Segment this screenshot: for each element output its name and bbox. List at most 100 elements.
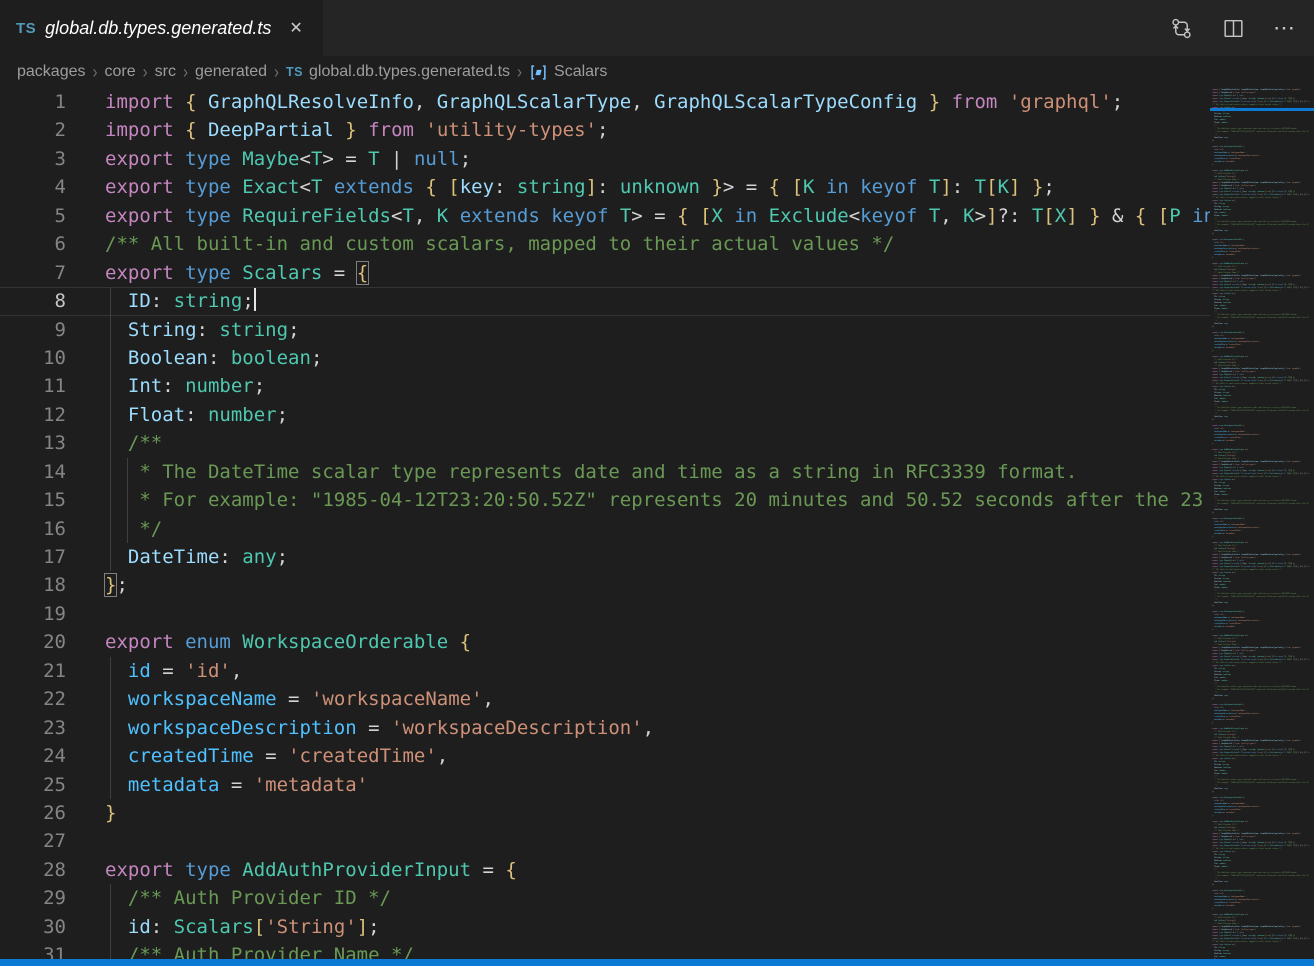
line-content: export enum WorkspaceOrderable { <box>105 628 1210 656</box>
code-line[interactable]: 24 createdTime = 'createdTime', <box>0 742 1210 770</box>
code-line[interactable]: 27 <box>0 827 1210 855</box>
code-line[interactable]: 31 /** Auth Provider Name */ <box>0 941 1210 959</box>
tab-global-db-types-generated-ts[interactable]: TS global.db.types.generated.ts ✕ <box>0 0 323 56</box>
code-line[interactable]: 16 */ <box>0 515 1210 543</box>
line-number[interactable]: 5 <box>0 202 66 230</box>
code-token: type <box>185 176 242 198</box>
line-number[interactable]: 11 <box>0 372 66 400</box>
code-line[interactable]: 4export type Exact<T extends { [key: str… <box>0 173 1210 201</box>
breadcrumb-item-packages[interactable]: packages <box>17 63 86 81</box>
close-tab-icon[interactable]: ✕ <box>285 16 306 40</box>
code-line[interactable]: 8 ID: string; <box>0 287 1210 315</box>
code-token: number <box>208 404 277 426</box>
code-token: : <box>151 916 174 938</box>
line-number[interactable]: 8 <box>0 287 66 315</box>
code-line[interactable]: 12 Float: number; <box>0 401 1210 429</box>
line-number[interactable]: 17 <box>0 543 66 571</box>
code-line[interactable]: 21 id = 'id', <box>0 657 1210 685</box>
code-line[interactable]: 9 String: string; <box>0 316 1210 344</box>
code-line[interactable]: 19 <box>0 600 1210 628</box>
code-token: Exact <box>242 176 299 198</box>
line-number[interactable]: 28 <box>0 856 66 884</box>
code-token: /** Auth Provider Name */ <box>105 944 414 959</box>
code-editor[interactable]: 1import { GraphQLResolveInfo, GraphQLSca… <box>0 88 1210 959</box>
code-line[interactable]: 20 export enum WorkspaceOrderable { <box>0 628 1210 656</box>
code-line[interactable]: 18}; <box>0 571 1210 599</box>
code-line[interactable]: 11 Int: number; <box>0 372 1210 400</box>
code-token: = <box>471 859 505 881</box>
line-number[interactable]: 16 <box>0 515 66 543</box>
code-line[interactable]: 29 /** Auth Provider ID */ <box>0 884 1210 912</box>
code-line[interactable]: 2import { DeepPartial } from 'utility-ty… <box>0 116 1210 144</box>
split-editor-icon[interactable] <box>1220 15 1246 41</box>
line-number[interactable]: 23 <box>0 714 66 742</box>
code-token: ; <box>277 404 288 426</box>
code-line[interactable]: 14 * The DateTime scalar type represents… <box>0 458 1210 486</box>
more-actions-icon[interactable]: ⋯ <box>1272 15 1298 41</box>
line-number[interactable]: 14 <box>0 458 66 486</box>
code-token <box>105 319 128 341</box>
line-number[interactable]: 21 <box>0 657 66 685</box>
line-number[interactable]: 29 <box>0 884 66 912</box>
open-changes-icon[interactable] <box>1168 15 1194 41</box>
code-line[interactable]: 22 workspaceName = 'workspaceName', <box>0 685 1210 713</box>
breadcrumb-item-generated[interactable]: generated <box>195 63 267 81</box>
line-number[interactable]: 20 <box>0 628 66 656</box>
code-line[interactable]: 28export type AddAuthProviderInput = { <box>0 856 1210 884</box>
indent-guide <box>127 515 128 543</box>
code-token: unknown <box>620 176 700 198</box>
code-line[interactable]: 3export type Maybe<T> = T | null; <box>0 145 1210 173</box>
breadcrumb-item-global-db-types-generated-ts[interactable]: TSglobal.db.types.generated.ts <box>286 63 510 81</box>
line-number[interactable]: 31 <box>0 941 66 959</box>
code-token <box>700 176 711 198</box>
code-line[interactable]: 17 DateTime: any; <box>0 543 1210 571</box>
line-number[interactable]: 10 <box>0 344 66 372</box>
code-token: DateTime <box>128 546 220 568</box>
code-line[interactable]: 25 metadata = 'metadata' <box>0 771 1210 799</box>
line-number[interactable]: 27 <box>0 827 66 855</box>
breadcrumb-item-scalars[interactable]: Scalars <box>529 63 607 82</box>
line-number[interactable]: 22 <box>0 685 66 713</box>
line-number[interactable]: 2 <box>0 116 66 144</box>
code-token <box>334 119 345 141</box>
code-line[interactable]: 5export type RequireFields<T, K extends … <box>0 202 1210 230</box>
line-content: * The DateTime scalar type represents da… <box>105 458 1210 486</box>
code-token <box>105 290 128 312</box>
line-number[interactable]: 18 <box>0 571 66 599</box>
code-line[interactable]: 7export type Scalars = { <box>0 259 1210 287</box>
minimap[interactable]: 1import { GraphQLResolveInfo, GraphQLSca… <box>1210 88 1314 959</box>
code-line[interactable]: 6/** All built-in and custom scalars, ma… <box>0 230 1210 258</box>
code-token: Maybe <box>242 148 299 170</box>
code-token: 'workspaceDescription' <box>391 717 643 739</box>
line-number[interactable]: 30 <box>0 913 66 941</box>
line-number[interactable]: 6 <box>0 230 66 258</box>
line-number[interactable]: 19 <box>0 600 66 628</box>
code-line[interactable]: 15 * For example: "1985-04-12T23:20:50.5… <box>0 486 1210 514</box>
line-number[interactable]: 3 <box>0 145 66 173</box>
line-number[interactable]: 7 <box>0 259 66 287</box>
line-number[interactable]: 25 <box>0 771 66 799</box>
code-token: ] <box>357 916 368 938</box>
indent-guide <box>110 344 111 372</box>
line-number[interactable]: 4 <box>0 173 66 201</box>
line-number[interactable]: 13 <box>0 429 66 457</box>
code-token: type <box>185 262 242 284</box>
line-number[interactable]: 12 <box>0 401 66 429</box>
line-number[interactable]: 26 <box>0 799 66 827</box>
code-line[interactable]: 10 Boolean: boolean; <box>0 344 1210 372</box>
code-line[interactable]: 30 id: Scalars['String']; <box>0 913 1210 941</box>
code-line[interactable]: 13 /** <box>0 429 1210 457</box>
breadcrumb-item-core[interactable]: core <box>105 63 136 81</box>
breadcrumb-separator: › <box>274 61 279 82</box>
line-number[interactable]: 1 <box>0 88 66 116</box>
line-number[interactable]: 15 <box>0 486 66 514</box>
breadcrumb-item-src[interactable]: src <box>155 63 176 81</box>
indent-guide <box>110 543 111 571</box>
code-line[interactable]: 23 workspaceDescription = 'workspaceDesc… <box>0 714 1210 742</box>
code-line[interactable]: 26} <box>0 799 1210 827</box>
code-line[interactable]: 1import { GraphQLResolveInfo, GraphQLSca… <box>0 88 1210 116</box>
line-number[interactable]: 24 <box>0 742 66 770</box>
line-content: createdTime = 'createdTime', <box>105 742 1210 770</box>
line-number[interactable]: 9 <box>0 316 66 344</box>
code-token: string <box>517 176 586 198</box>
